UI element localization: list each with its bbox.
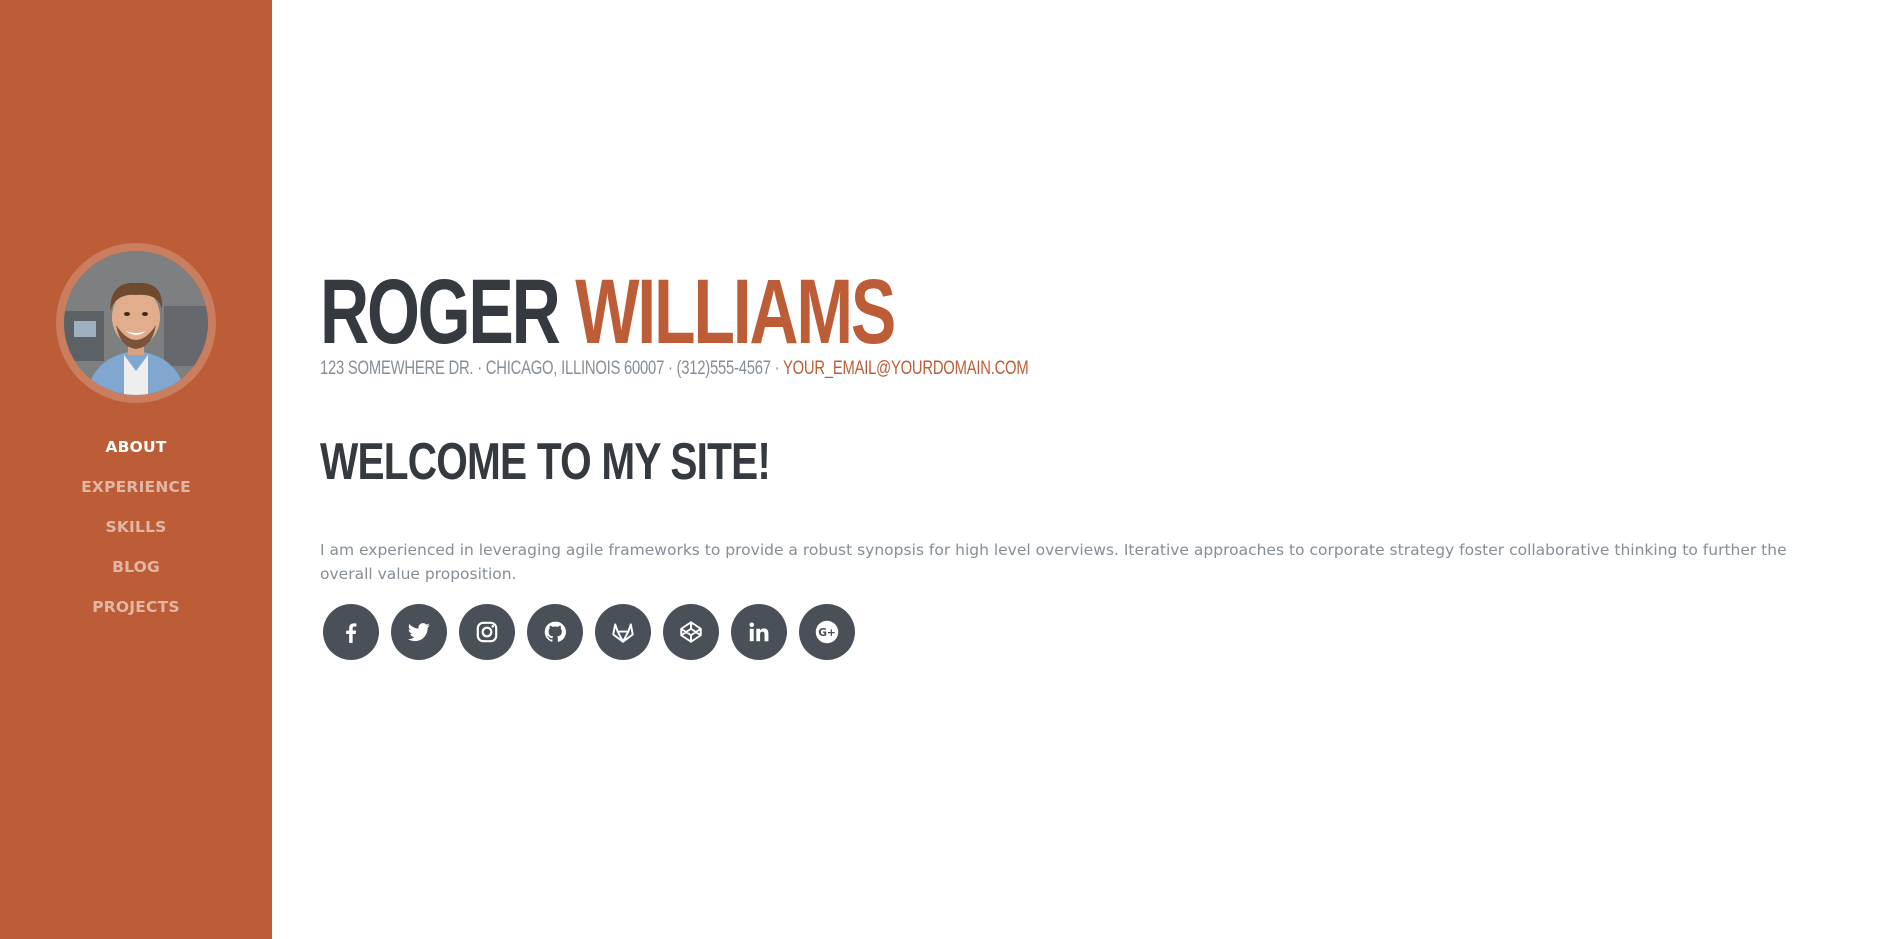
first-name: ROGER	[320, 261, 561, 363]
instagram-icon	[476, 621, 498, 643]
gitlab-button[interactable]	[595, 604, 651, 660]
email-link[interactable]: YOUR_EMAIL@YOURDOMAIN.COM	[783, 358, 1029, 379]
instagram-button[interactable]	[459, 604, 515, 660]
nav-item-skills[interactable]: Skills	[105, 507, 166, 547]
sidebar-nav: About Experience Skills Blog Projects	[81, 427, 191, 627]
codepen-icon	[680, 621, 702, 643]
github-icon	[544, 621, 566, 642]
main-content: ROGER WILLIAMS 123 SOMEWHERE DR. · CHICA…	[272, 0, 1900, 939]
intro-paragraph: I am experienced in leveraging agile fra…	[320, 541, 1787, 583]
facebook-icon	[346, 623, 357, 643]
avatar	[64, 250, 208, 395]
address-text: 123 SOMEWHERE DR. · CHICAGO, ILLINOIS 60…	[320, 358, 783, 379]
google-plus-button[interactable]: G+	[799, 604, 855, 660]
linkedin-icon	[749, 622, 769, 642]
nav-item-about[interactable]: About	[105, 427, 166, 467]
avatar-image	[64, 250, 208, 395]
gitlab-icon	[612, 623, 634, 643]
nav-item-projects[interactable]: Projects	[92, 587, 180, 627]
about-section: ROGER WILLIAMS 123 SOMEWHERE DR. · CHICA…	[320, 262, 1880, 660]
avatar-frame	[56, 242, 216, 403]
nav-item-blog[interactable]: Blog	[112, 547, 160, 587]
google-plus-icon: G+	[815, 620, 839, 644]
contact-line: 123 SOMEWHERE DR. · CHICAGO, ILLINOIS 60…	[320, 358, 1537, 380]
nav-item-experience[interactable]: Experience	[81, 467, 191, 507]
welcome-heading: WELCOME TO MY SITE!	[320, 433, 771, 491]
twitter-button[interactable]	[391, 604, 447, 660]
linkedin-button[interactable]	[731, 604, 787, 660]
social-icons: G+	[323, 604, 1880, 660]
sidebar: About Experience Skills Blog Projects	[0, 0, 272, 939]
facebook-button[interactable]	[323, 604, 379, 660]
last-name: WILLIAMS	[575, 261, 896, 363]
svg-text:G+: G+	[818, 626, 836, 639]
twitter-icon	[407, 623, 430, 642]
page-title: ROGER WILLIAMS	[320, 262, 1474, 362]
codepen-button[interactable]	[663, 604, 719, 660]
github-button[interactable]	[527, 604, 583, 660]
